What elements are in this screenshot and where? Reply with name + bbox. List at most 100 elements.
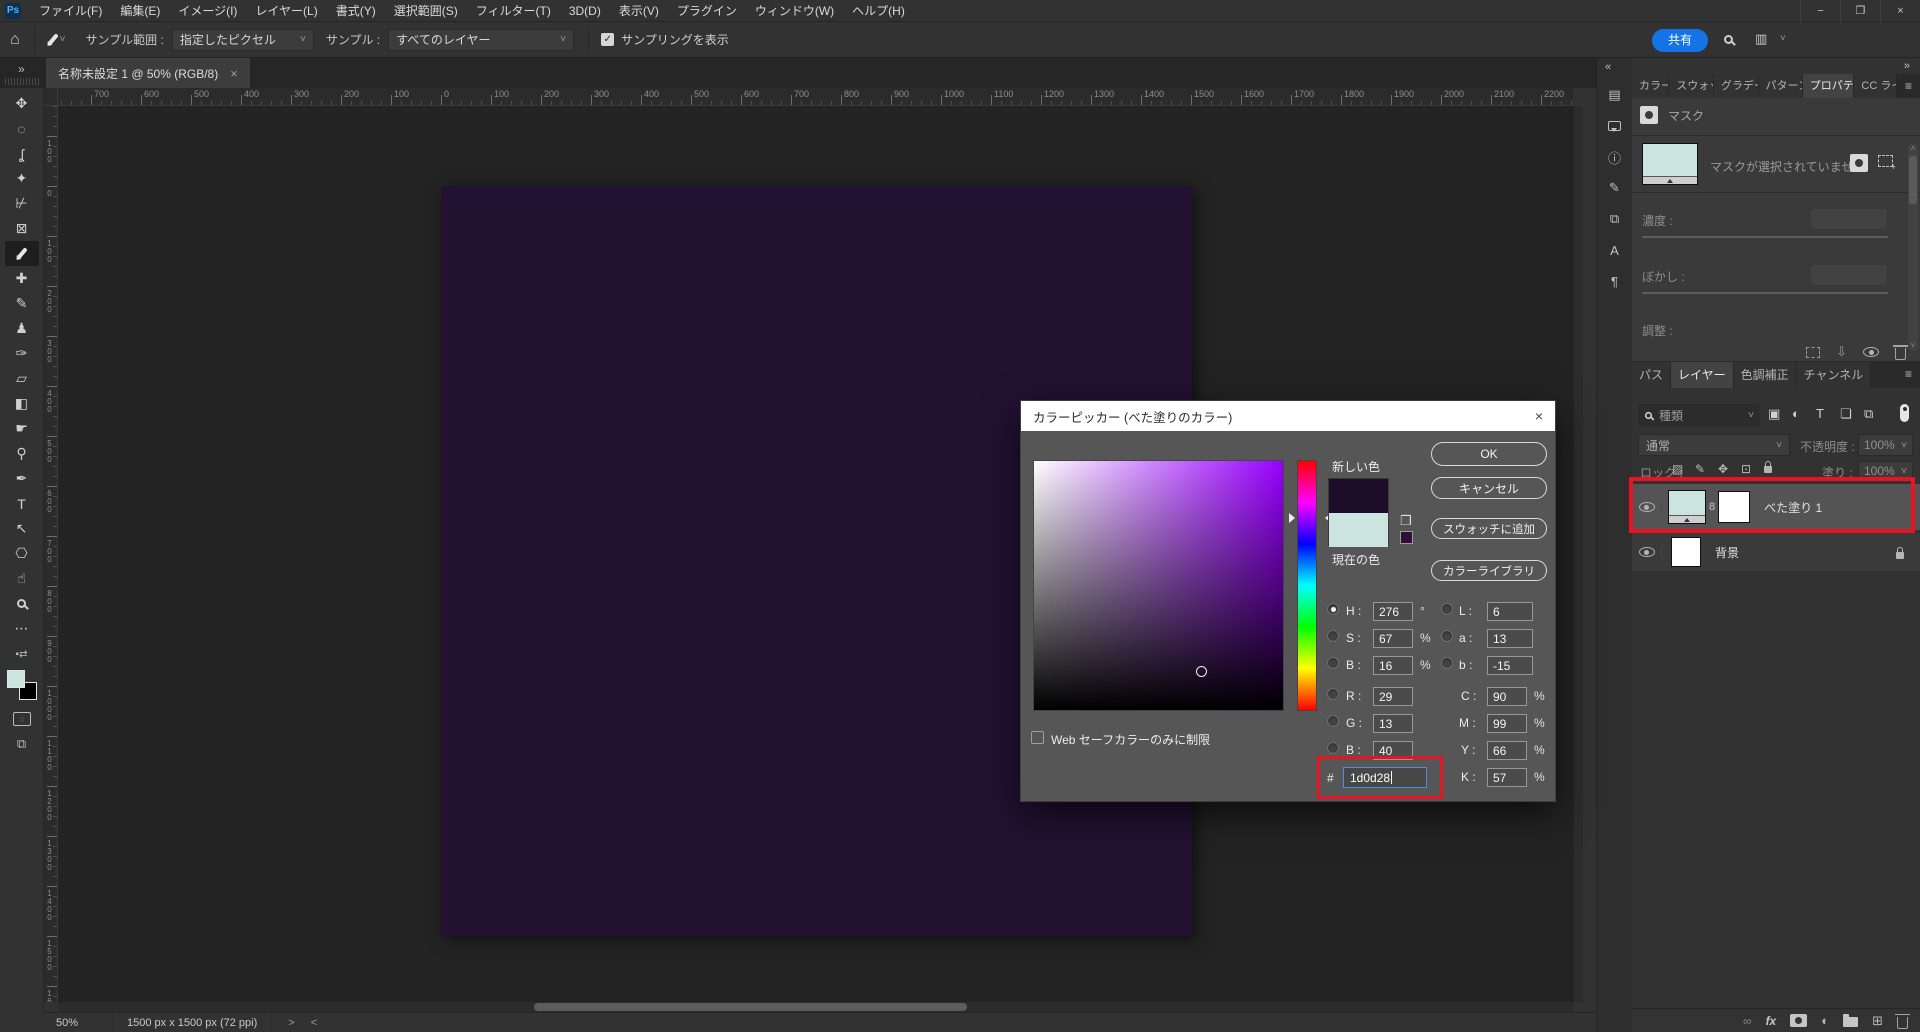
gradient-tool[interactable]: ◧ [5, 391, 39, 416]
b3-input[interactable]: -15 [1487, 656, 1533, 675]
quick-mask-icon[interactable]: ◌ [13, 712, 31, 726]
menu-item-1[interactable]: 編集(E) [111, 0, 169, 22]
layer-visibility-cell[interactable] [1632, 547, 1662, 557]
tab-パターン[interactable]: パターン [1759, 74, 1803, 98]
layer-row-fill[interactable]: 8 べた塗り 1 [1632, 484, 1920, 530]
collapse-toolbar-icon[interactable]: » [18, 62, 25, 76]
zoom-tool[interactable] [5, 591, 39, 616]
shape-tool[interactable]: ⎔ [5, 541, 39, 566]
r-radio[interactable] [1327, 688, 1339, 700]
fill-layer-thumbnail[interactable] [1668, 490, 1706, 524]
horizontal-ruler[interactable]: 7006005004003002001000100200300400500600… [58, 88, 1573, 106]
load-selection-icon[interactable] [1806, 347, 1820, 358]
filter-type-icon[interactable]: T [1816, 406, 1824, 421]
collapse-panels-icon[interactable]: » [1904, 60, 1910, 72]
delete-mask-icon[interactable] [1895, 348, 1906, 360]
brush-settings-panel-icon[interactable]: ✎ [1603, 179, 1627, 197]
expand-panels-icon[interactable]: « [1605, 61, 1611, 73]
menu-item-7[interactable]: 3D(D) [560, 0, 610, 22]
horizontal-scrollbar[interactable] [58, 1002, 1573, 1012]
move-tool[interactable]: ✥ [5, 91, 39, 116]
layer-name[interactable]: べた塗り 1 [1764, 499, 1822, 516]
menu-item-6[interactable]: フィルター(T) [467, 0, 560, 22]
mask-visibility-icon[interactable] [1863, 347, 1879, 357]
healing-brush-tool[interactable]: ✚ [5, 266, 39, 291]
feather-slider[interactable] [1642, 292, 1888, 294]
tab-CC ライ[interactable]: CC ライ [1854, 74, 1897, 98]
websafe-checkbox[interactable] [1031, 731, 1044, 744]
dialog-title-bar[interactable]: カラーピッカー (べた塗りのカラー) × [1021, 401, 1555, 431]
tab-レイヤー[interactable]: レイヤー [1671, 362, 1734, 388]
document-tab[interactable]: 名称未設定 1 @ 50% (RGB/8) × [46, 58, 250, 88]
h-radio[interactable] [1327, 603, 1339, 615]
restore-button[interactable]: ❐ [1840, 0, 1880, 22]
menu-item-4[interactable]: 書式(Y) [327, 0, 385, 22]
new-layer-icon[interactable]: ⊞ [1872, 1013, 1883, 1029]
adjustment-layer-icon[interactable]: ◐ [1821, 1013, 1829, 1028]
frame-tool[interactable]: ⊠ [5, 216, 39, 241]
lock-move-icon[interactable]: ✥ [1718, 462, 1728, 476]
tab-スウォッ[interactable]: スウォッ [1669, 74, 1714, 98]
filter-smart-object-icon[interactable]: ⧉ [1864, 406, 1873, 422]
tab-カラー[interactable]: カラー [1632, 74, 1669, 98]
fill-layer-thumbnail[interactable] [1642, 143, 1698, 185]
marquee-tool[interactable]: ◌ [5, 116, 39, 141]
m-input[interactable]: 99 [1487, 714, 1527, 733]
object-selection-tool[interactable]: ✦ [5, 166, 39, 191]
hand-tool[interactable]: ☝ [5, 566, 39, 591]
l-input[interactable]: 6 [1487, 602, 1533, 621]
clone-stamp-tool[interactable]: ♟ [5, 316, 39, 341]
brush-tool[interactable]: ✎ [5, 291, 39, 316]
close-button[interactable]: × [1880, 0, 1920, 22]
menu-item-2[interactable]: イメージ(I) [169, 0, 246, 22]
menu-item-0[interactable]: ファイル(F) [30, 0, 111, 22]
saturation-brightness-field[interactable] [1033, 460, 1284, 711]
y-input[interactable]: 66 [1487, 741, 1527, 760]
show-sampling-checkbox[interactable]: ✓ [601, 33, 614, 46]
ok-button[interactable]: OK [1431, 442, 1547, 466]
lock-artboard-icon[interactable]: ⊡ [1741, 462, 1751, 476]
ruler-corner[interactable] [44, 88, 58, 106]
add-mask-button[interactable] [1850, 154, 1868, 172]
blend-mode-dropdown[interactable]: 通常 ˅ [1638, 434, 1790, 456]
crop-tool[interactable]: ⊬ [5, 191, 39, 216]
s-radio[interactable] [1327, 630, 1339, 642]
hex-input[interactable]: 1d0d28 [1343, 767, 1427, 788]
layer-name[interactable]: 背景 [1715, 544, 1739, 561]
edit-toolbar[interactable]: ⋯ [5, 616, 39, 641]
menu-item-8[interactable]: 表示(V) [610, 0, 668, 22]
status-chevron-left[interactable]: < [311, 1017, 317, 1029]
eraser-tool[interactable]: ▱ [5, 366, 39, 391]
menu-item-3[interactable]: レイヤー(L) [246, 0, 326, 22]
layer-visibility-cell[interactable] [1632, 502, 1662, 512]
scrollbar-thumb[interactable] [534, 1003, 967, 1011]
tab-プロパティ[interactable]: プロパティ [1803, 74, 1855, 98]
layer-style-icon[interactable]: fx [1766, 1014, 1777, 1028]
s-input[interactable]: 67 [1373, 629, 1413, 648]
character-panel-icon[interactable]: A [1603, 241, 1627, 259]
color-libraries-button[interactable]: カラーライブラリ [1431, 560, 1547, 581]
filter-shape-icon[interactable]: ❏ [1840, 406, 1852, 422]
g-input[interactable]: 13 [1373, 714, 1413, 733]
menu-item-9[interactable]: プラグイン [668, 0, 746, 22]
foreground-color-chip[interactable] [7, 670, 25, 688]
eyedropper-tool[interactable] [5, 241, 39, 266]
k-input[interactable]: 57 [1487, 768, 1527, 787]
status-chevron-right[interactable]: > [288, 1017, 294, 1029]
menu-item-11[interactable]: ヘルプ(H) [843, 0, 914, 22]
new-group-icon[interactable] [1843, 1017, 1858, 1027]
b2-radio[interactable] [1327, 742, 1339, 754]
g-radio[interactable] [1327, 715, 1339, 727]
dodge-tool[interactable]: ⚲ [5, 441, 39, 466]
menu-item-10[interactable]: ウィンドウ(W) [746, 0, 843, 22]
workspace-icon[interactable]: ▥ [1755, 31, 1767, 47]
share-button[interactable]: 共有 [1652, 29, 1708, 52]
panel-menu-icon[interactable]: ≡ [1897, 74, 1920, 98]
history-brush-tool[interactable]: ✑ [5, 341, 39, 366]
c-input[interactable]: 90 [1487, 687, 1527, 706]
b2-input[interactable]: 40 [1373, 741, 1413, 760]
feather-value-box[interactable] [1810, 264, 1888, 286]
path-selection-tool[interactable]: ↖ [5, 516, 39, 541]
l-radio[interactable] [1441, 603, 1453, 615]
current-color-swatch[interactable] [1329, 513, 1388, 547]
